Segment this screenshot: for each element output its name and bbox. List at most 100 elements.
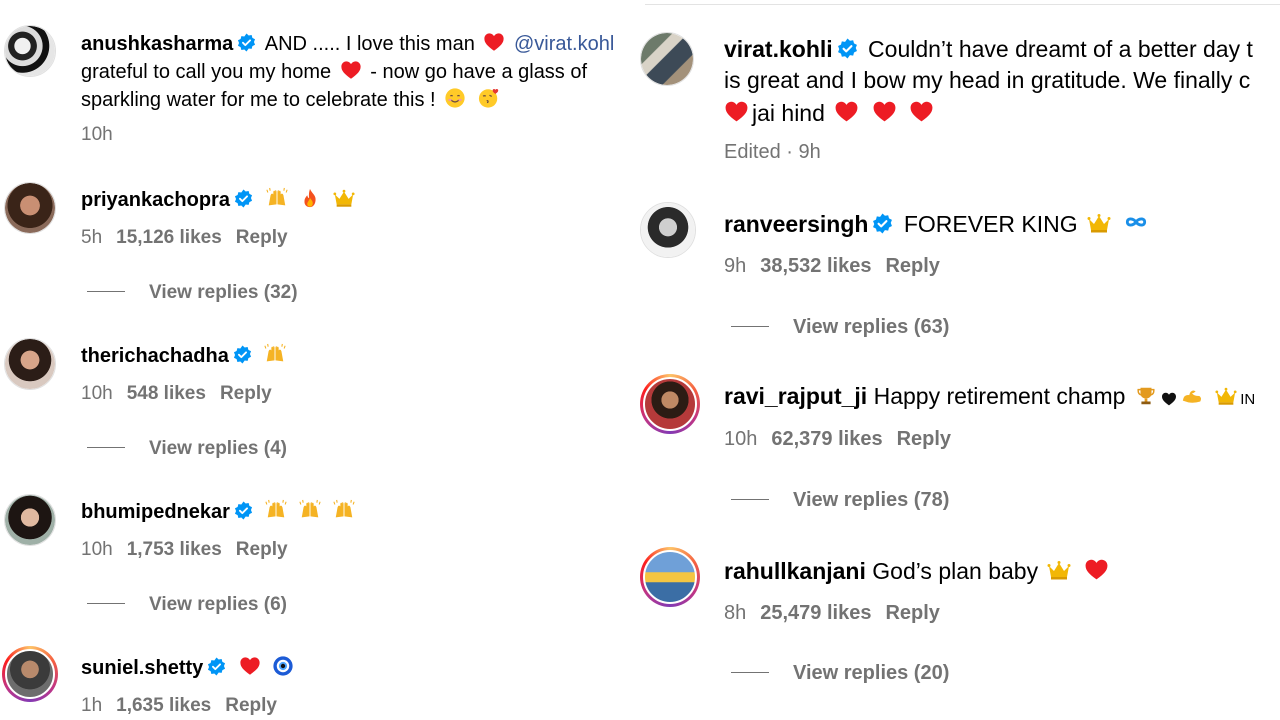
reply-button[interactable]: Reply (897, 428, 951, 450)
avatar[interactable] (640, 374, 700, 434)
crown-icon (1047, 558, 1071, 582)
kissing-face-icon (478, 87, 500, 109)
timestamp[interactable]: 10h (81, 539, 113, 560)
avatar[interactable] (4, 25, 56, 77)
caption-text: is great and I bow my head in gratitude.… (724, 67, 1251, 93)
likes-count[interactable]: 1,635 likes (116, 695, 211, 716)
raising-hands-icon (266, 187, 288, 209)
avatar[interactable] (4, 494, 56, 546)
verified-badge-icon (207, 657, 226, 676)
username[interactable]: ranveersingh (724, 211, 868, 237)
view-replies-button[interactable]: View replies (4) (87, 438, 287, 460)
timestamp[interactable]: 9h (724, 255, 746, 277)
view-replies-button[interactable]: View replies (32) (87, 282, 298, 304)
avatar-image (5, 339, 55, 389)
view-replies-button[interactable]: View replies (78) (731, 489, 949, 512)
red-heart-icon (1084, 557, 1109, 582)
view-replies-label: View replies (6) (149, 594, 287, 615)
nazar-amulet-icon (272, 655, 294, 677)
verified-badge-icon (837, 38, 858, 59)
view-replies-button[interactable]: View replies (6) (87, 594, 287, 616)
avatar-image (5, 26, 55, 76)
red-heart-icon (340, 59, 362, 81)
fire-icon (299, 187, 321, 209)
replies-divider (731, 326, 769, 327)
raising-hands-icon (333, 499, 355, 521)
avatar-image (5, 183, 55, 233)
caption-text: - now go have a glass of (370, 61, 588, 83)
avatar[interactable] (640, 202, 696, 258)
red-heart-icon (483, 31, 505, 53)
verified-badge-icon (234, 501, 253, 520)
raising-hands-icon (264, 343, 286, 365)
smiling-face-icon (444, 87, 466, 109)
avatar[interactable] (4, 338, 56, 390)
caption-text: AND ..... I love this man (264, 33, 475, 55)
avatar[interactable] (640, 32, 694, 86)
likes-count[interactable]: 548 likes (127, 383, 206, 404)
likes-count[interactable]: 15,126 likes (116, 227, 222, 248)
avatar[interactable] (640, 547, 700, 607)
likes-count[interactable]: 38,532 likes (760, 255, 871, 277)
username[interactable]: ravi_rajput_ji (724, 383, 867, 409)
username[interactable]: therichachadha (81, 345, 229, 367)
raising-hands-icon (299, 499, 321, 521)
black-heart-icon (1161, 391, 1177, 407)
username[interactable]: suniel.shetty (81, 657, 203, 679)
reply-button[interactable]: Reply (236, 227, 288, 248)
avatar-image (5, 495, 55, 545)
username[interactable]: anushkasharma (81, 33, 233, 55)
caption-text: sparkling water for me to celebrate this… (81, 89, 436, 111)
raising-hands-icon (265, 499, 287, 521)
reply-button[interactable]: Reply (236, 539, 288, 560)
replies-divider (87, 447, 125, 448)
avatar-image (643, 550, 697, 604)
avatar-image (641, 33, 693, 85)
view-replies-label: View replies (32) (149, 282, 298, 303)
verified-badge-icon (233, 345, 252, 364)
username[interactable]: rahullkanjani (724, 558, 866, 584)
view-replies-label: View replies (20) (793, 662, 950, 684)
verified-badge-icon (237, 33, 256, 52)
timestamp[interactable]: 8h (724, 602, 746, 624)
timestamp[interactable]: 10h (81, 383, 113, 404)
view-replies-button[interactable]: View replies (20) (731, 662, 949, 685)
reply-button[interactable]: Reply (220, 383, 272, 404)
avatar[interactable] (4, 182, 56, 234)
crown-icon (333, 187, 355, 209)
crown-icon (1087, 211, 1111, 235)
comment-text: God’s plan baby (872, 558, 1039, 584)
muscle-icon (1181, 385, 1203, 407)
view-replies-label: View replies (63) (793, 316, 950, 338)
username[interactable]: bhumipednekar (81, 501, 230, 523)
timestamp[interactable]: 1h (81, 695, 102, 716)
red-heart-icon (872, 99, 897, 124)
timestamp[interactable]: 5h (81, 227, 102, 248)
edited-timestamp[interactable]: Edited · 9h (724, 141, 821, 163)
username[interactable]: priyankachopra (81, 189, 230, 211)
timestamp[interactable]: 10h (724, 428, 757, 450)
view-replies-button[interactable]: View replies (63) (731, 316, 949, 339)
caption-text: grateful to call you my home (81, 61, 332, 83)
mention-link[interactable]: @virat.kohl (514, 33, 614, 55)
replies-divider (731, 499, 769, 500)
likes-count[interactable]: 62,379 likes (771, 428, 882, 450)
trophy-icon (1135, 385, 1157, 407)
reply-button[interactable]: Reply (225, 695, 277, 716)
comment-text: FOREVER KING (903, 211, 1078, 237)
username[interactable]: virat.kohli (724, 36, 833, 62)
replies-divider (87, 291, 125, 292)
right-comments-panel: virat.kohli Couldn’t have dreamt of a be… (640, 0, 1280, 720)
likes-count[interactable]: 1,753 likes (127, 539, 222, 560)
reply-button[interactable]: Reply (885, 255, 939, 277)
avatar[interactable] (2, 646, 58, 702)
timestamp[interactable]: 10h (81, 124, 113, 145)
verified-badge-icon (872, 213, 893, 234)
avatar-image (641, 203, 695, 257)
reply-button[interactable]: Reply (885, 602, 939, 624)
red-heart-icon (909, 99, 934, 124)
caption-text: jai hind (752, 100, 825, 126)
likes-count[interactable]: 25,479 likes (760, 602, 871, 624)
view-replies-label: View replies (4) (149, 438, 287, 459)
verified-badge-icon (234, 189, 253, 208)
